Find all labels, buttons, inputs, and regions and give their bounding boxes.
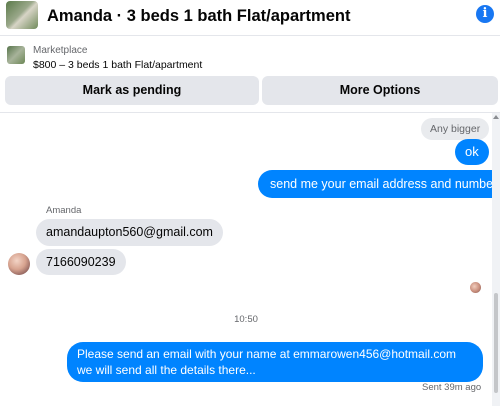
incoming-message[interactable]: amandaupton560@gmail.com xyxy=(36,219,223,246)
message-thread: Any bigger ok send me your email address… xyxy=(0,113,500,406)
listing-avatar[interactable] xyxy=(6,1,38,29)
listing-kicker: Marketplace xyxy=(33,45,88,56)
listing-description[interactable]: $800 – 3 beds 1 bath Flat/apartment xyxy=(33,59,202,71)
sender-name: Amanda xyxy=(46,205,82,216)
more-options-button[interactable]: More Options xyxy=(262,76,498,105)
outgoing-message[interactable]: send me your email address and number xyxy=(258,170,500,198)
scrollbar[interactable] xyxy=(492,113,500,406)
info-icon[interactable]: i xyxy=(476,5,494,23)
listing-thumbnail[interactable] xyxy=(7,46,25,64)
incoming-message-quoted: Any bigger xyxy=(421,118,490,140)
chat-title[interactable]: Amanda · 3 beds 1 bath Flat/apartment xyxy=(47,7,350,26)
mark-as-pending-button[interactable]: Mark as pending xyxy=(5,76,259,105)
seen-indicator-avatar xyxy=(470,282,481,293)
chat-header: Amanda · 3 beds 1 bath Flat/apartment i xyxy=(0,0,500,36)
incoming-message[interactable]: 7166090239 xyxy=(36,249,126,275)
outgoing-message[interactable]: Please send an email with your name at e… xyxy=(67,342,483,382)
message-timestamp: 10:50 xyxy=(234,314,258,325)
scroll-up-arrow-icon[interactable] xyxy=(493,115,499,119)
avatar[interactable] xyxy=(8,253,30,275)
outgoing-message[interactable]: ok xyxy=(455,139,489,165)
scrollbar-thumb[interactable] xyxy=(494,293,498,393)
sent-status: Sent 39m ago xyxy=(422,382,482,393)
listing-banner: Marketplace $800 – 3 beds 1 bath Flat/ap… xyxy=(0,37,500,112)
